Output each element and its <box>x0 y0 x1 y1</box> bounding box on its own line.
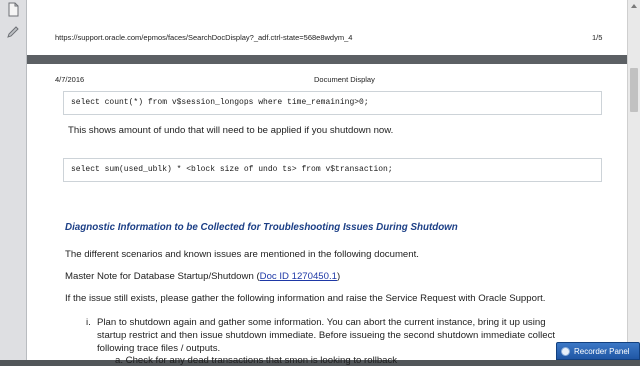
document-icon[interactable] <box>5 2 21 18</box>
recorder-panel-label: Recorder Panel <box>574 347 630 356</box>
recorder-panel-button[interactable]: Recorder Panel <box>556 342 640 360</box>
list-item-line: startup restrict and then issue shutdown… <box>97 330 556 341</box>
record-icon <box>561 347 570 356</box>
list-item-line: Plan to shutdown again and gather some i… <box>97 317 546 328</box>
page-gap <box>27 55 627 64</box>
viewer-sidebar <box>0 0 27 360</box>
paragraph-scenarios: The different scenarios and known issues… <box>65 249 419 260</box>
vertical-scrollbar[interactable] <box>627 0 640 360</box>
code-block-transaction: select sum(used_ublk) * <block size of u… <box>63 158 602 182</box>
doc-id-link[interactable]: Doc ID 1270450.1 <box>260 271 337 282</box>
page-footer-number: 1/5 <box>592 33 603 42</box>
list-item-line: following trace files / outputs. <box>97 343 221 354</box>
paragraph-master-note: Master Note for Database Startup/Shutdow… <box>65 271 340 282</box>
page-header-date: 4/7/2016 <box>55 75 85 84</box>
undo-explanation: This shows amount of undo that will need… <box>68 125 394 136</box>
scroll-thumb[interactable] <box>630 68 638 112</box>
master-note-suffix: ) <box>336 271 341 282</box>
paragraph-raise-sr: If the issue still exists, please gather… <box>65 293 546 304</box>
code-text: select sum(used_ublk) * <block size of u… <box>71 165 393 174</box>
previous-page: https://support.oracle.com/epmos/faces/S… <box>27 0 627 55</box>
current-page: 4/7/2016 Document Display select count(*… <box>27 64 627 366</box>
pen-icon[interactable] <box>5 24 21 40</box>
page-footer-url: https://support.oracle.com/epmos/faces/S… <box>55 33 353 42</box>
sub-list-item: a. Check for any dead transactions that … <box>115 355 398 366</box>
scroll-up-icon[interactable] <box>628 0 640 12</box>
section-heading: Diagnostic Information to be Collected f… <box>65 222 458 233</box>
code-text: select count(*) from v$session_longops w… <box>71 98 369 107</box>
code-block-longops: select count(*) from v$session_longops w… <box>63 91 602 115</box>
page-header-title: Document Display <box>314 75 375 84</box>
master-note-prefix: Master Note for Database Startup/Shutdow… <box>65 271 260 282</box>
list-item-marker: i. <box>86 317 91 328</box>
